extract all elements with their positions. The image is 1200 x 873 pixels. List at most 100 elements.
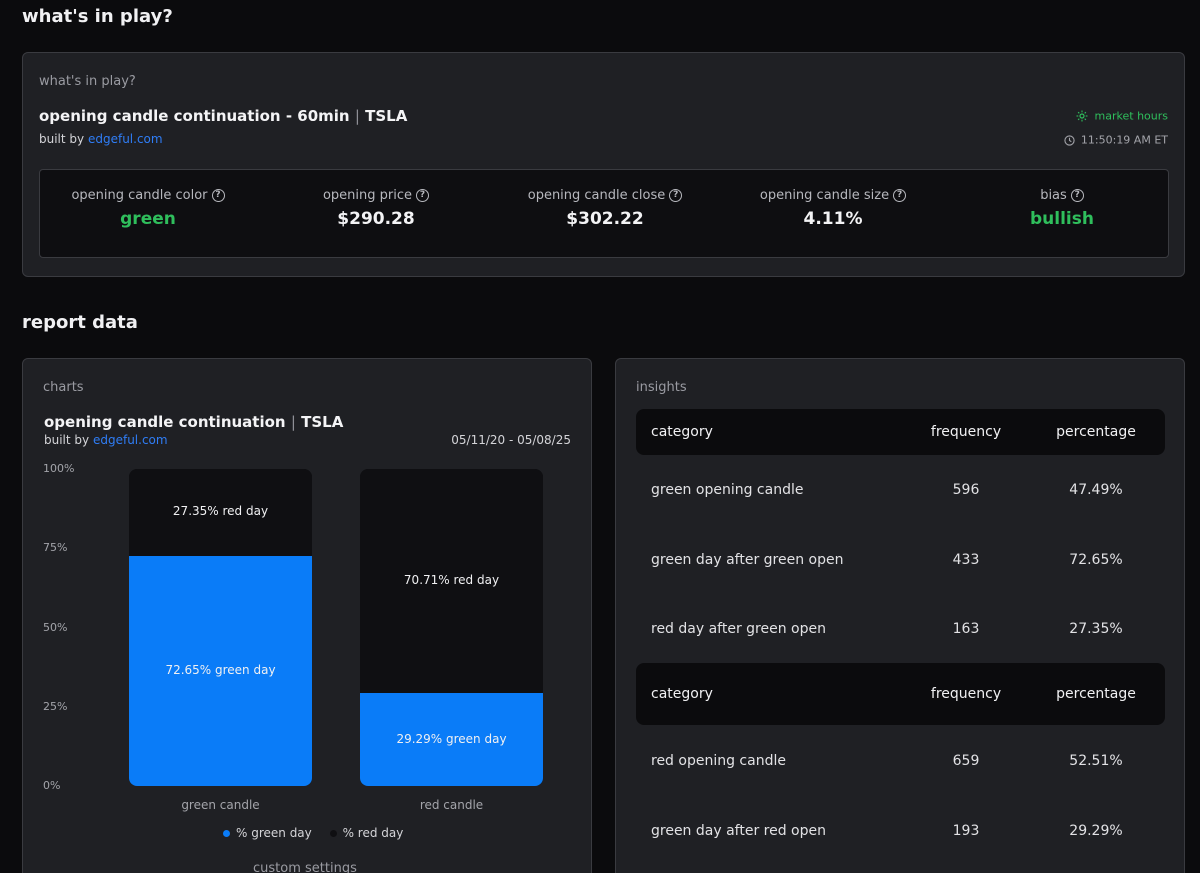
stat-label-wrap: opening candle close? xyxy=(505,188,705,203)
help-icon[interactable]: ? xyxy=(211,189,225,202)
built-by-prefix: built by xyxy=(44,433,90,447)
insights-panel: insights category frequency percentage g… xyxy=(615,358,1185,873)
stat-label: opening candle color xyxy=(71,188,208,203)
chart-ticker: TSLA xyxy=(301,413,344,431)
market-hours-status: market hours xyxy=(1076,109,1168,123)
market-status-text: market hours xyxy=(1094,109,1168,123)
edgeful-link[interactable]: edgeful.com xyxy=(93,433,168,447)
edgeful-link[interactable]: edgeful.com xyxy=(88,132,163,146)
cell-percentage: 47.49% xyxy=(1069,482,1123,498)
header-frequency: frequency xyxy=(930,424,1002,440)
market-time: 11:50:19 AM ET xyxy=(1064,133,1168,147)
stat-opening-candle-size: opening candle size? 4.11% xyxy=(733,188,933,229)
play-title-text: opening candle continuation - 60min xyxy=(39,107,350,125)
cell-category: red day after green open xyxy=(651,621,826,637)
chart-title: opening candle continuation | TSLA xyxy=(44,413,343,431)
bar-data-label: 27.35% red day xyxy=(172,504,269,519)
table-row: green day after red open 193 29.29% xyxy=(636,823,1165,847)
charts-panel-label: charts xyxy=(43,380,84,395)
table-header: category frequency percentage xyxy=(636,663,1165,725)
stat-label-wrap: bias? xyxy=(962,188,1162,203)
help-icon[interactable]: ? xyxy=(669,189,683,202)
bar-red-candle[interactable]: 29.29% green day 70.71% red day xyxy=(360,469,543,786)
insights-panel-label: insights xyxy=(636,380,687,395)
bar-data-label: 70.71% red day xyxy=(403,573,500,588)
play-report-title: opening candle continuation - 60min | TS… xyxy=(39,107,407,125)
y-tick-label: 25% xyxy=(43,699,68,713)
cell-category: red opening candle xyxy=(651,753,786,769)
bar-green-candle[interactable]: 72.65% green day 27.35% red day xyxy=(129,469,312,786)
cell-category: green day after red open xyxy=(651,823,826,839)
stat-value: green xyxy=(120,209,176,229)
stat-label: opening candle close xyxy=(527,188,666,203)
stat-value: $302.22 xyxy=(566,209,644,229)
report-heading: report data xyxy=(22,312,138,333)
legend-label: % green day xyxy=(236,826,312,840)
x-category-label: red candle xyxy=(419,798,484,812)
stat-label-wrap: opening candle color? xyxy=(48,188,248,203)
chart-built-by: built by edgeful.com xyxy=(44,433,168,447)
table-row: red day after green open 163 27.35% xyxy=(636,621,1165,645)
legend-item-red[interactable]: % red day xyxy=(329,826,404,840)
legend-swatch xyxy=(223,830,230,837)
chart-legend: % green day % red day xyxy=(223,826,417,840)
cell-category: green day after green open xyxy=(651,552,844,568)
clock-icon xyxy=(1064,134,1076,146)
stat-label-wrap: opening candle size? xyxy=(733,188,933,203)
header-category: category xyxy=(651,686,713,702)
chart-title-text: opening candle continuation xyxy=(44,413,286,431)
x-category-label: green candle xyxy=(181,798,260,812)
stat-label: bias xyxy=(1040,188,1067,203)
time-text: 11:50:19 AM ET xyxy=(1080,133,1168,147)
table-header: category frequency percentage xyxy=(636,409,1165,455)
bar-data-label: 29.29% green day xyxy=(396,731,507,746)
stat-label-wrap: opening price? xyxy=(276,188,476,203)
y-tick-label: 100% xyxy=(43,462,75,475)
bar-data-label: 72.65% green day xyxy=(165,662,276,677)
play-panel-label: what's in play? xyxy=(39,74,136,89)
title-separator: | xyxy=(290,413,296,431)
stat-value: bullish xyxy=(1030,209,1094,229)
cell-category: green opening candle xyxy=(651,482,804,498)
stat-value: $290.28 xyxy=(337,209,415,229)
stat-label: opening candle size xyxy=(759,188,890,203)
stat-bias: bias? bullish xyxy=(962,188,1162,229)
legend-label: % red day xyxy=(342,826,404,840)
legend-item-green[interactable]: % green day xyxy=(223,826,312,840)
title-separator: | xyxy=(354,107,360,125)
page-heading: what's in play? xyxy=(22,6,173,27)
sun-icon xyxy=(1076,110,1088,122)
cell-frequency: 433 xyxy=(952,552,980,568)
stats-bar: opening candle color? green opening pric… xyxy=(39,169,1169,258)
cell-percentage: 29.29% xyxy=(1069,823,1123,839)
header-frequency: frequency xyxy=(930,686,1002,702)
date-range: 05/11/20 - 05/08/25 xyxy=(451,433,571,447)
y-tick-label: 0% xyxy=(43,779,61,792)
cell-percentage: 72.65% xyxy=(1069,552,1123,568)
stat-opening-candle-color: opening candle color? green xyxy=(48,188,248,229)
header-percentage: percentage xyxy=(1056,424,1136,440)
play-ticker: TSLA xyxy=(365,107,408,125)
cell-frequency: 193 xyxy=(952,823,980,839)
cell-frequency: 163 xyxy=(952,621,980,637)
table-row: green day after green open 433 72.65% xyxy=(636,552,1165,576)
stat-opening-candle-close: opening candle close? $302.22 xyxy=(505,188,705,229)
table-row: red opening candle 659 52.51% xyxy=(636,753,1165,777)
help-icon[interactable]: ? xyxy=(1070,189,1084,202)
y-tick-label: 50% xyxy=(43,620,68,634)
play-panel: what's in play? opening candle continuat… xyxy=(22,52,1185,277)
table-row: green opening candle 596 47.49% xyxy=(636,482,1165,506)
cell-percentage: 27.35% xyxy=(1069,621,1123,637)
legend-swatch xyxy=(329,830,337,837)
custom-settings-label[interactable]: custom settings xyxy=(253,861,357,873)
cell-frequency: 596 xyxy=(952,482,980,498)
header-percentage: percentage xyxy=(1056,686,1136,702)
help-icon[interactable]: ? xyxy=(893,189,907,202)
y-tick-label: 75% xyxy=(43,541,68,555)
play-built-by: built by edgeful.com xyxy=(39,132,163,146)
cell-frequency: 659 xyxy=(952,753,980,769)
stat-label: opening price xyxy=(322,188,413,203)
help-icon[interactable]: ? xyxy=(416,189,430,202)
header-category: category xyxy=(651,424,713,440)
stat-value: 4.11% xyxy=(803,209,863,229)
